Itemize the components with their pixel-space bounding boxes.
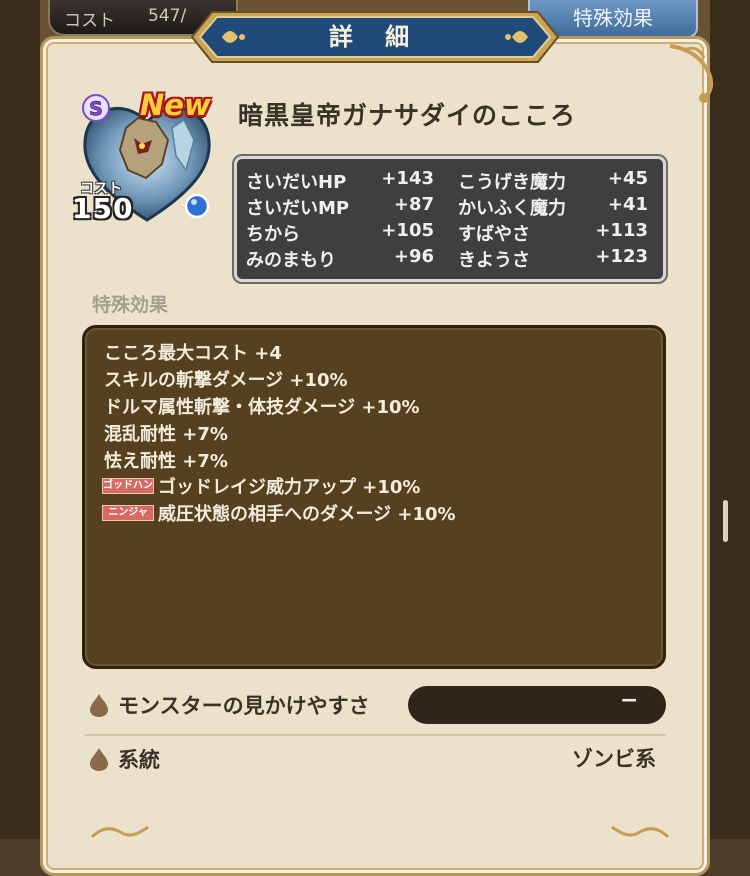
heart-cost-value: 150 (72, 192, 134, 225)
stat-value: +113 (595, 220, 648, 241)
special-effects-heading: 特殊効果 (92, 294, 169, 316)
background-right-edge (710, 0, 750, 839)
stat-label: みのまもり (246, 250, 336, 271)
heart-name: 暗黒皇帝ガナサダイのこころ (238, 101, 577, 130)
effect-item: ドルマ属性斬撃・体技ダメージ +10% (104, 397, 420, 418)
lineage-value: ゾンビ系 (572, 747, 656, 771)
drop-bullet-icon (90, 694, 108, 717)
blue-gem-icon (184, 193, 210, 219)
stat-label: すばやさ (458, 224, 530, 245)
dialog-title: 詳 細 (328, 23, 422, 51)
svg-text:S: S (89, 98, 103, 120)
effect-item: 怯え耐性 +7% (104, 451, 228, 472)
stat-value: +41 (607, 194, 648, 215)
stat-label: ちから (246, 224, 300, 245)
stat-label: きようさ (458, 250, 530, 271)
cost-indicator-label: コスト (64, 11, 115, 31)
background-left-edge (0, 0, 40, 839)
stat-value: +87 (393, 194, 434, 215)
visibility-label: モンスターの見かけやすさ (118, 694, 370, 718)
drop-bullet-icon (90, 748, 108, 771)
title-banner: 詳 細 (178, 8, 572, 66)
effect-item: こころ最大コスト +4 (104, 343, 282, 364)
bottom-ornament-icon (90, 825, 149, 839)
stat-value: +105 (381, 220, 434, 241)
job-effect-item: ゴッドレイジ威力アップ +10% (158, 477, 421, 498)
rank-s-icon: S (82, 94, 110, 122)
stat-label: さいだいMP (246, 198, 350, 219)
effect-item: 混乱耐性 +7% (104, 424, 228, 445)
row-divider (84, 734, 666, 736)
stat-label: さいだいHP (246, 172, 347, 193)
job-tag-ninja: ニンジャ (102, 505, 154, 521)
visibility-value: − (620, 688, 639, 713)
scroll-handle[interactable] (723, 500, 728, 542)
bottom-ornament-icon (611, 825, 670, 839)
stat-label: かいふく魔力 (458, 198, 566, 219)
job-effect-item: 威圧状態の相手へのダメージ +10% (158, 504, 456, 525)
stat-value: +123 (595, 246, 648, 267)
stat-value: +96 (393, 246, 434, 267)
corner-ornament-icon (669, 44, 714, 103)
lineage-label: 系統 (118, 748, 160, 772)
stat-label: こうげき魔力 (458, 172, 566, 193)
new-badge: New (140, 88, 211, 122)
job-tag-godhand: ゴッドハン (102, 478, 154, 494)
stat-value: +45 (607, 168, 648, 189)
effect-item: スキルの斬撃ダメージ +10% (104, 370, 348, 391)
stat-value: +143 (381, 168, 434, 189)
